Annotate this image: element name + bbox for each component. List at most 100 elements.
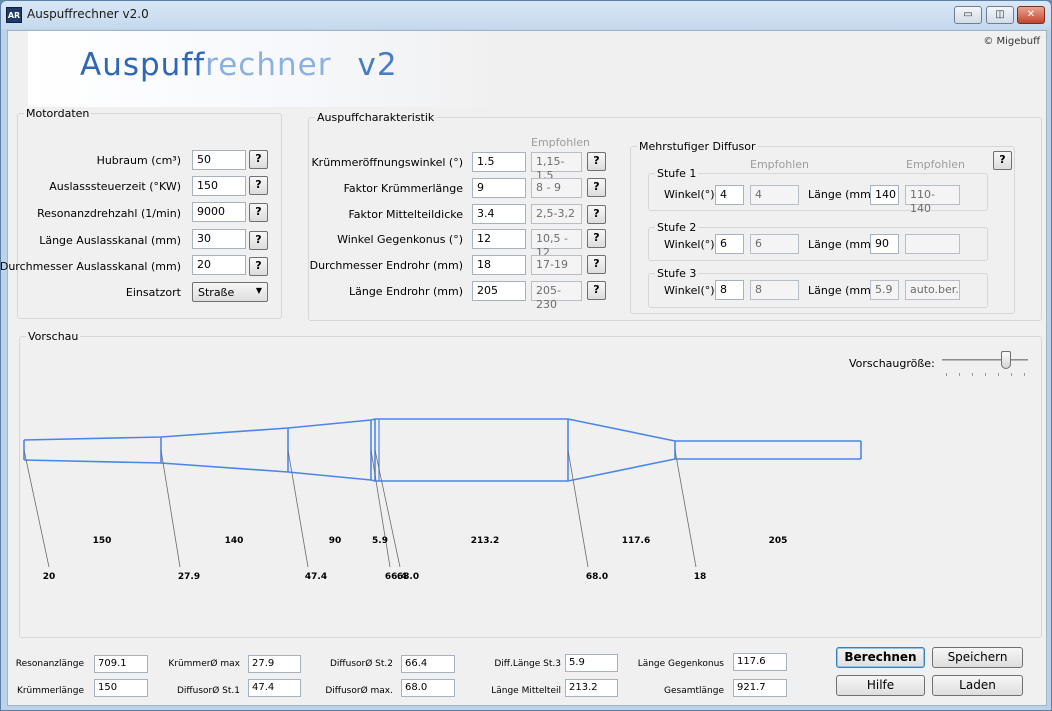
stufe3-laenge-label: Länge (mm) [808,284,876,297]
length-label: 90 [329,536,342,546]
stufe2-winkel-label: Winkel(°) [664,238,715,251]
app-icon: AR [6,7,22,23]
stufe2-group: Stufe 2 Winkel(°) 6 6 Länge (mm) 90 [648,221,988,261]
laden-button[interactable]: Laden [932,675,1023,696]
resonanzdrehzahl-input[interactable]: 9000 [192,202,246,222]
auspuff-empfohlen-label: Empfohlen [531,136,591,149]
length-label: 5.9 [372,536,388,546]
stufe1-winkel-rec: 4 [750,185,799,205]
stufe1-winkel-input[interactable]: 4 [715,185,744,205]
einsatzort-value: Straße [198,286,235,299]
kruemmer-max-value: 27.9 [248,655,301,673]
hubraum-input[interactable]: 50 [192,150,246,170]
kruemmerlaenge-label: Krümmerlänge [16,686,84,696]
exhaust-preview: 150 140 90 5.9 213.2 117.6 205 20 27.9 4… [23,418,862,582]
diffusor-st2-label: DiffusorØ St.2 [329,659,393,669]
minimize-icon: ▭ [963,9,973,20]
laenge-mittelteil-value: 213.2 [565,679,618,697]
durchmesser-auslasskanal-help-button[interactable]: ? [249,257,268,276]
pipe-bottom-edge [23,458,861,482]
diffusor-help-button[interactable]: ? [993,151,1012,170]
logo: Auspuffrechner v2 [28,31,508,107]
laenge-gegenkonus-label: Länge Gegenkonus [637,659,724,669]
diameter-label: 27.9 [178,572,200,582]
dropdown-arrow-icon: ▼ [255,286,262,295]
gesamtlaenge-value: 921.7 [733,679,787,697]
pipe-top-edge [23,418,861,442]
minimize-button[interactable]: ▭ [954,6,982,24]
resonanzdrehzahl-label: Resonanzdrehzahl (1/min) [37,207,181,220]
motordaten-title: Motordaten [24,107,92,120]
diameter-labels: 20 27.9 47.4 66.4 68.0 68.0 18 [43,572,707,582]
maximize-button[interactable]: ◫ [986,6,1014,24]
diameter-label: 47.4 [305,572,327,582]
diffusor-st1-value: 47.4 [248,679,301,697]
durchmesser-endrohr-rec: 17-19 [531,255,582,275]
diffusor-group: Mehrstufiger Diffusor ? Stufe 1 Empfohle… [630,140,1015,314]
durchmesser-endrohr-label: Durchmesser Endrohr (mm) [309,259,463,272]
auslasssteuerzeit-help-button[interactable]: ? [249,176,268,195]
stufe2-winkel-rec: 6 [750,234,799,254]
speichern-button[interactable]: Speichern [932,647,1023,668]
faktor-kruemmerlaenge-input[interactable]: 9 [472,178,526,198]
faktor-mittelteildicke-rec: 2,5-3,2 [531,204,582,224]
berechnen-button[interactable]: Berechnen [836,647,925,668]
durchmesser-endrohr-help-button[interactable]: ? [587,255,606,274]
stufe2-laenge-input[interactable]: 90 [870,234,899,254]
title-bar[interactable]: AR Auspuffrechner v2.0 ▭ ◫ ✕ [1,1,1051,29]
vorschau-group: Vorschau Vorschaugröße: 150 140 90 5.9 2… [19,330,1042,638]
stufe1-title: Stufe 1 [655,167,699,180]
einsatzort-select[interactable]: Straße ▼ [192,282,268,302]
gesamtlaenge-label: Gesamtlänge [664,686,724,696]
logo-part1: Auspuff [80,47,206,83]
laenge-auslasskanal-help-button[interactable]: ? [249,231,268,250]
close-button[interactable]: ✕ [1017,6,1045,24]
einsatzort-label: Einsatzort [125,286,181,299]
diffusor-max-value: 68.0 [401,679,455,697]
diameter-leader-line [674,449,697,568]
logo-version: v2 [357,47,398,83]
stufe3-winkel-rec: 8 [750,280,799,300]
diameter-leader-line [287,449,309,568]
length-label: 213.2 [471,536,499,546]
logo-text: Auspuffrechner v2 [80,47,398,83]
diffusor-st2-value: 66.4 [401,655,455,673]
laenge-endrohr-label: Länge Endrohr (mm) [348,285,463,298]
kruemmer-max-label: KrümmerØ max [168,659,240,669]
kruemmeroeffnungswinkel-help-button[interactable]: ? [587,152,606,171]
length-label: 140 [225,536,244,546]
faktor-kruemmerlaenge-help-button[interactable]: ? [587,178,606,197]
diff-laenge-st3-label: Diff.Länge St.3 [494,659,561,669]
resonanzdrehzahl-help-button[interactable]: ? [249,203,268,222]
diameter-label: 20 [43,572,56,582]
client-area: Auspuffrechner v2 © Migebuff Motordaten H… [0,30,1047,706]
laenge-endrohr-rec: 205-230 [531,281,582,311]
faktor-mittelteildicke-input[interactable]: 3.4 [472,204,526,224]
stufe3-winkel-input[interactable]: 8 [715,280,744,300]
resonanzlaenge-value: 709.1 [94,655,148,673]
kruemmeroeffnungswinkel-label: Krümmeröffnungswinkel (°) [311,156,463,169]
auslasssteuerzeit-label: Auslasssteuerzeit (°KW) [49,180,181,193]
laenge-endrohr-help-button[interactable]: ? [587,281,606,300]
diffusor-st1-label: DiffusorØ St.1 [176,686,240,696]
stufe2-laenge-label: Länge (mm) [808,238,876,251]
hilfe-button[interactable]: Hilfe [836,675,925,696]
main-window: AR Auspuffrechner v2.0 ▭ ◫ ✕ Auspuffrech… [0,0,1052,711]
laenge-endrohr-input[interactable]: 205 [472,281,526,301]
durchmesser-endrohr-input[interactable]: 18 [472,255,526,275]
laenge-auslasskanal-input[interactable]: 30 [192,229,246,249]
stufe1-laenge-rec: 110-140 [905,185,960,215]
durchmesser-auslasskanal-input[interactable]: 20 [192,255,246,275]
winkel-gegenkonus-help-button[interactable]: ? [587,229,606,248]
motordaten-group: Motordaten Hubraum (cm³) 50 ? Auslassste… [0,107,282,319]
auslasssteuerzeit-input[interactable]: 150 [192,176,246,196]
kruemmeroeffnungswinkel-input[interactable]: 1.5 [472,152,526,172]
winkel-gegenkonus-input[interactable]: 12 [472,229,526,249]
diameter-leader-line [160,449,181,568]
hubraum-help-button[interactable]: ? [249,150,268,169]
faktor-mittelteildicke-help-button[interactable]: ? [587,205,606,224]
stufe2-winkel-input[interactable]: 6 [715,234,744,254]
auspuff-title: Auspuffcharakteristik [315,111,437,124]
stufe1-laenge-input[interactable]: 140 [870,185,899,205]
diffusor-title: Mehrstufiger Diffusor [637,140,758,153]
